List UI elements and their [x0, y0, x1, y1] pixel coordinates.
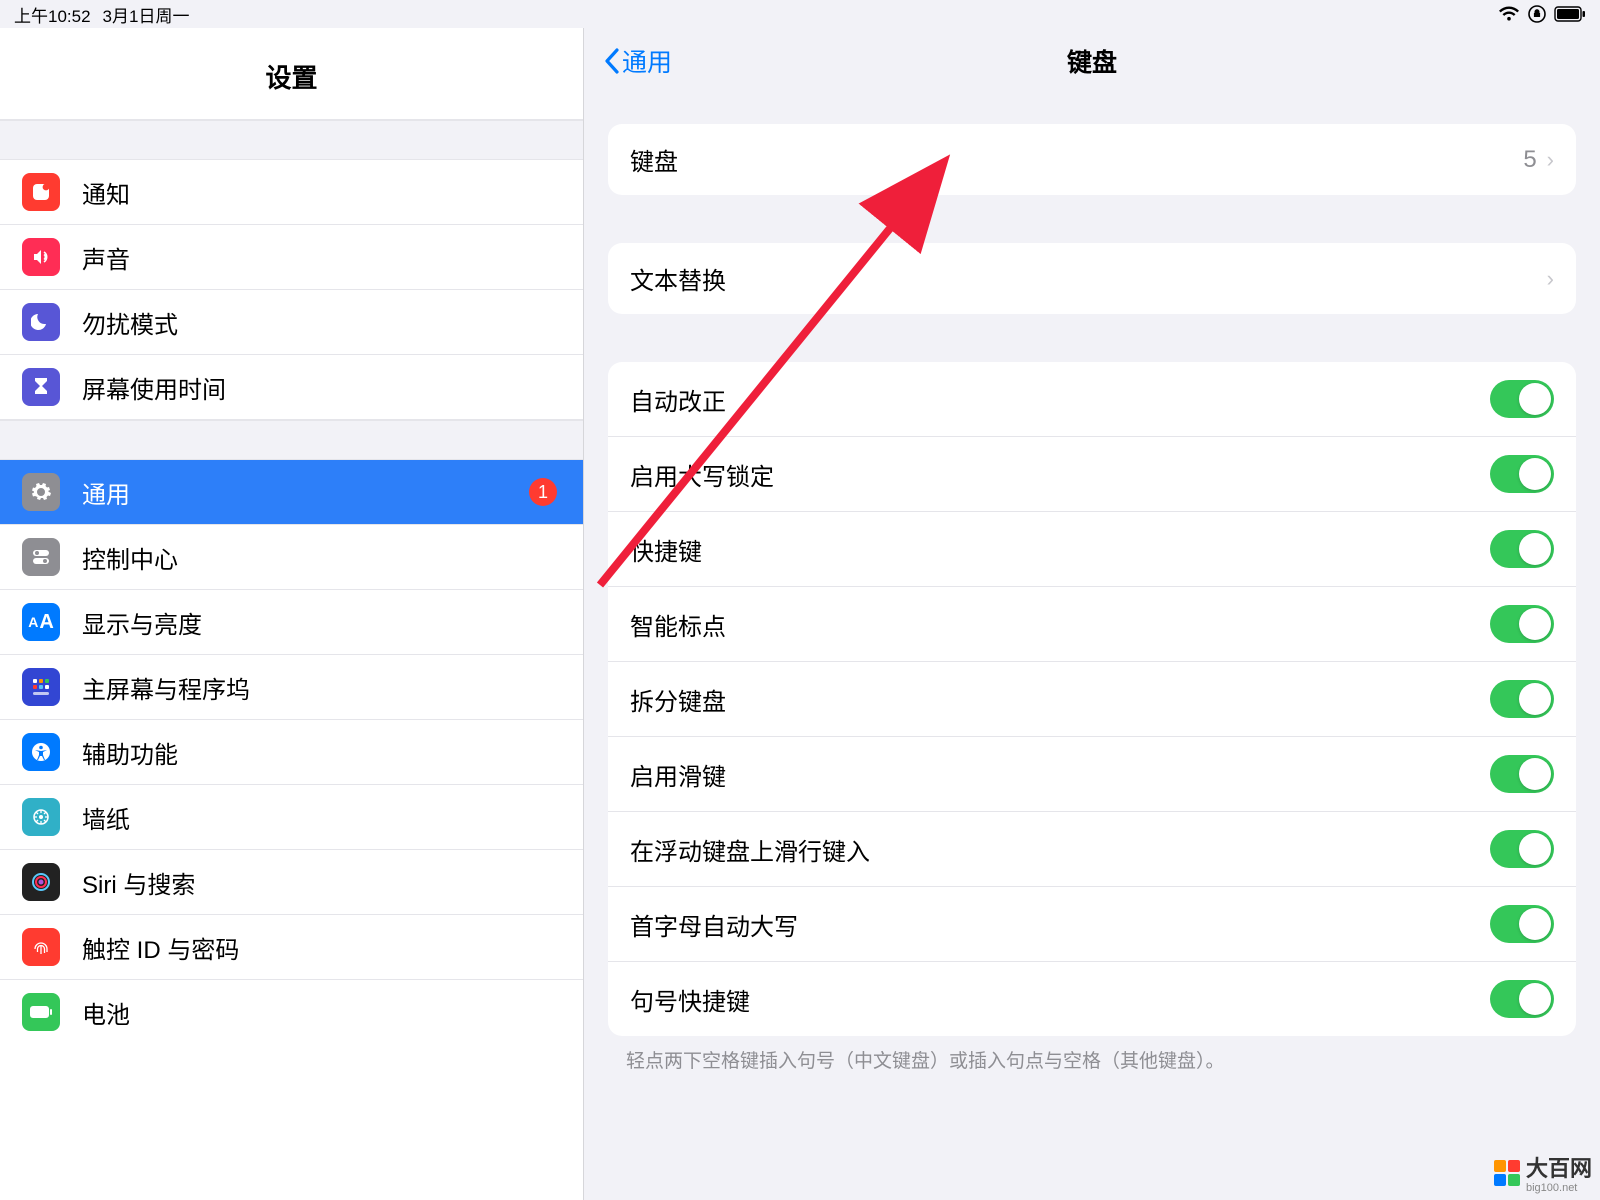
row-toggle: 智能标点: [608, 587, 1576, 662]
back-button[interactable]: 通用: [604, 43, 672, 79]
row-label: 句号快捷键: [630, 982, 1490, 1017]
sidebar-divider: [0, 420, 583, 460]
sidebar-item-label: 控制中心: [82, 540, 178, 575]
row-keyboards[interactable]: 键盘 5 ›: [608, 124, 1576, 195]
toggle-switch[interactable]: [1490, 980, 1554, 1018]
toggle-switch[interactable]: [1490, 380, 1554, 418]
row-text-replacement[interactable]: 文本替换 ›: [608, 243, 1576, 314]
row-label: 智能标点: [630, 607, 1490, 642]
sidebar-item-accessibility[interactable]: 辅助功能: [0, 720, 583, 785]
section-text-replacement: 文本替换 ›: [608, 243, 1576, 314]
sidebar-item-label: 勿扰模式: [82, 305, 178, 340]
sidebar-item-label: 墙纸: [82, 800, 130, 835]
row-toggle: 启用大写锁定: [608, 437, 1576, 512]
orientation-lock-icon: [1528, 5, 1546, 23]
toggle-switch[interactable]: [1490, 905, 1554, 943]
toggle-switch[interactable]: [1490, 455, 1554, 493]
sidebar-item-siri[interactable]: Siri 与搜索: [0, 850, 583, 915]
row-toggle: 快捷键: [608, 512, 1576, 587]
status-bar: 上午10:52 3月1日周一: [0, 0, 1600, 28]
row-toggle: 首字母自动大写: [608, 887, 1576, 962]
row-label: 首字母自动大写: [630, 907, 1490, 942]
row-label: 自动改正: [630, 382, 1490, 417]
hourglass-icon: [22, 368, 60, 406]
sidebar-item-dnd[interactable]: 勿扰模式: [0, 290, 583, 355]
badge: 1: [529, 478, 557, 506]
sidebar-title: 设置: [0, 28, 583, 120]
row-toggle: 启用滑键: [608, 737, 1576, 812]
sidebar-item-label: 屏幕使用时间: [82, 370, 226, 405]
row-label: 拆分键盘: [630, 682, 1490, 717]
sidebar-item-sounds[interactable]: 声音: [0, 225, 583, 290]
chevron-right-icon: ›: [1547, 266, 1554, 292]
sidebar-item-label: 触控 ID 与密码: [82, 930, 239, 965]
sidebar-item-label: 显示与亮度: [82, 605, 202, 640]
sidebar-item-wallpaper[interactable]: 墙纸: [0, 785, 583, 850]
sidebar-item-display[interactable]: AA 显示与亮度: [0, 590, 583, 655]
toggle-switch[interactable]: [1490, 830, 1554, 868]
row-toggle: 句号快捷键: [608, 962, 1576, 1036]
row-label: 在浮动键盘上滑行键入: [630, 832, 1490, 867]
status-date: 3月1日周一: [103, 2, 190, 27]
battery-icon: [22, 993, 60, 1031]
wifi-icon: [1498, 6, 1520, 22]
detail-pane: 通用 键盘 键盘 5 › 文本替换 › 自动改正启用大写锁定快捷键智能标点拆分键…: [584, 28, 1600, 1200]
sidebar-item-label: Siri 与搜索: [82, 865, 195, 900]
chevron-right-icon: ›: [1547, 147, 1554, 173]
sounds-icon: [22, 238, 60, 276]
sidebar-item-control-center[interactable]: 控制中心: [0, 525, 583, 590]
gear-icon: [22, 473, 60, 511]
row-value: 5: [1523, 146, 1536, 174]
home-grid-icon: [22, 668, 60, 706]
sidebar-item-label: 通知: [82, 175, 130, 210]
row-label: 文本替换: [630, 261, 1547, 296]
sidebar-item-label: 声音: [82, 240, 130, 275]
section-keyboards: 键盘 5 ›: [608, 124, 1576, 195]
row-label: 启用滑键: [630, 757, 1490, 792]
row-toggle: 自动改正: [608, 362, 1576, 437]
sidebar-item-touchid[interactable]: 触控 ID 与密码: [0, 915, 583, 980]
battery-icon: [1554, 6, 1586, 22]
settings-sidebar: 设置 通知 声音 勿扰模式 屏幕使用时间 通用 1 控制中心 A: [0, 28, 584, 1200]
sidebar-item-label: 辅助功能: [82, 735, 178, 770]
sidebar-item-screentime[interactable]: 屏幕使用时间: [0, 355, 583, 420]
sidebar-item-notifications[interactable]: 通知: [0, 160, 583, 225]
toggle-switch[interactable]: [1490, 755, 1554, 793]
siri-icon: [22, 863, 60, 901]
sidebar-item-home-screen[interactable]: 主屏幕与程序坞: [0, 655, 583, 720]
row-toggle: 在浮动键盘上滑行键入: [608, 812, 1576, 887]
accessibility-icon: [22, 733, 60, 771]
chevron-left-icon: [604, 48, 620, 74]
sidebar-item-battery[interactable]: 电池: [0, 980, 583, 1044]
section-toggles: 自动改正启用大写锁定快捷键智能标点拆分键盘启用滑键在浮动键盘上滑行键入首字母自动…: [608, 362, 1576, 1036]
sidebar-divider: [0, 120, 583, 160]
notifications-icon: [22, 173, 60, 211]
detail-navbar: 通用 键盘: [584, 28, 1600, 88]
sidebar-item-label: 通用: [82, 475, 130, 510]
footnote: 轻点两下空格键插入句号（中文键盘）或插入句点与空格（其他键盘）。: [626, 1046, 1558, 1073]
text-size-icon: AA: [22, 603, 60, 641]
sidebar-item-general[interactable]: 通用 1: [0, 460, 583, 525]
sidebar-item-label: 主屏幕与程序坞: [82, 670, 250, 705]
row-label: 键盘: [630, 142, 1523, 177]
back-label: 通用: [622, 43, 672, 79]
sidebar-item-label: 电池: [82, 995, 130, 1030]
toggle-switch[interactable]: [1490, 530, 1554, 568]
toggle-switch[interactable]: [1490, 680, 1554, 718]
status-time: 上午10:52: [14, 2, 91, 27]
row-toggle: 拆分键盘: [608, 662, 1576, 737]
toggle-switch[interactable]: [1490, 605, 1554, 643]
moon-icon: [22, 303, 60, 341]
row-label: 启用大写锁定: [630, 457, 1490, 492]
detail-title: 键盘: [584, 43, 1600, 79]
toggles-icon: [22, 538, 60, 576]
fingerprint-icon: [22, 928, 60, 966]
wallpaper-icon: [22, 798, 60, 836]
row-label: 快捷键: [630, 532, 1490, 567]
